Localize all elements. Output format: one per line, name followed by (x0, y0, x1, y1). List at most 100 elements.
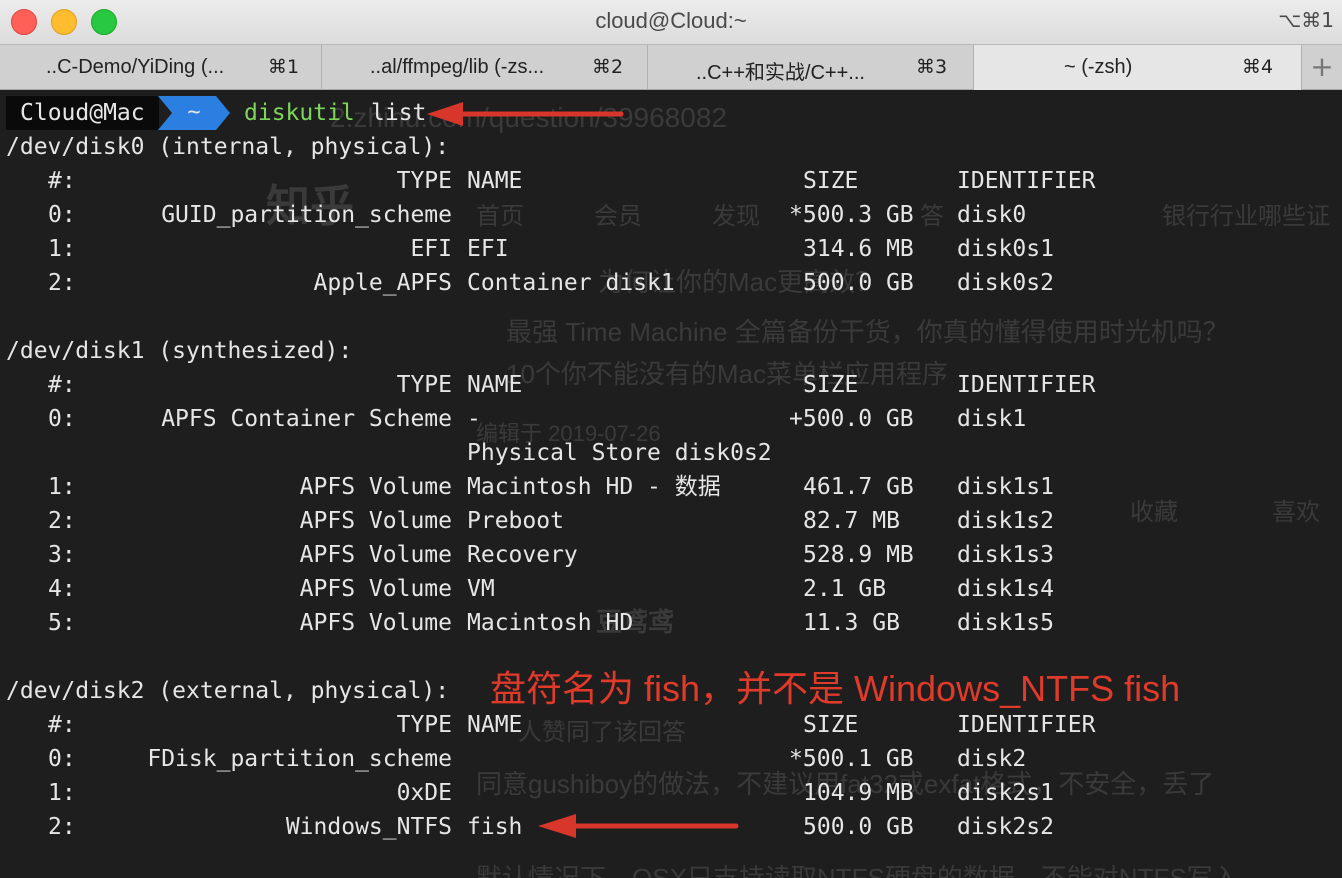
column-num: #: (48, 712, 76, 738)
window-shortcut: ⌥⌘1 (1278, 8, 1334, 32)
partition-num: 1: (48, 780, 76, 806)
disk-header: /dev/disk0 (internal, physical): (6, 134, 450, 160)
partition-identifier: disk1 (957, 406, 1027, 432)
partition-type: Windows_NTFS (285, 814, 452, 840)
tab-title: ~ (-zsh) (1064, 56, 1133, 78)
partition-size: 314.6 MB (803, 236, 914, 262)
column-type: TYPE (396, 168, 452, 194)
partition-row: 1: EFI EFI 314.6 MB disk0s1 (0, 232, 1342, 266)
partition-size: 11.3 GB (803, 610, 900, 636)
annotation-text: 盘符名为 fish，并不是 Windows_NTFS fish (490, 668, 1181, 709)
partition-name: EFI (467, 236, 509, 262)
partition-name: Recovery (467, 542, 578, 568)
partition-type: Apple_APFS (313, 270, 452, 296)
partition-row: 3: APFS Volume Recovery 528.9 MB disk1s3 (0, 538, 1342, 572)
terminal-content[interactable]: 2.zhihu.com/question/39968082 知乎 首页 会员 发… (0, 90, 1342, 878)
partition-num: 3: (48, 542, 76, 568)
partition-num: 2: (48, 508, 76, 534)
column-size: SIZE (803, 712, 859, 738)
partition-size: *500.3 GB (789, 202, 914, 228)
disk-header: /dev/disk1 (synthesized): (6, 338, 353, 364)
partition-name: Preboot (467, 508, 564, 534)
column-num: #: (48, 372, 76, 398)
partition-identifier: disk1s2 (957, 508, 1054, 534)
partition-num: 0: (48, 202, 76, 228)
tab-2[interactable]: ..al/ffmpeg/lib (-zs... ⌘2 (322, 45, 648, 90)
column-header-row: #: TYPE NAME SIZE IDENTIFIER (0, 164, 1342, 198)
partition-size: 528.9 MB (803, 542, 914, 568)
partition-type: FDisk_partition_scheme (147, 746, 452, 772)
tab-3[interactable]: ..C++和实战/C++... ⌘3 (648, 45, 974, 90)
partition-identifier: disk2 (957, 746, 1027, 772)
column-name: NAME (467, 168, 523, 194)
column-name: NAME (467, 372, 523, 398)
partition-size: +500.0 GB (789, 406, 914, 432)
partition-type: EFI (410, 236, 452, 262)
terminal-window: cloud@Cloud:~ ⌥⌘1 ..C-Demo/YiDing (... ⌘… (0, 0, 1342, 878)
partition-size: 500.0 GB (803, 814, 914, 840)
partition-name: Container disk1 (467, 270, 675, 296)
partition-size: 2.1 GB (803, 576, 887, 602)
tab-bar: ..C-Demo/YiDing (... ⌘1 ..al/ffmpeg/lib … (0, 44, 1342, 90)
column-identifier: IDENTIFIER (957, 168, 1096, 194)
partition-type: APFS Volume (299, 474, 452, 500)
partition-type: APFS Volume (299, 542, 452, 568)
prompt-dir: ~ (187, 100, 201, 125)
column-size: SIZE (803, 168, 859, 194)
partition-num: 0: (48, 406, 76, 432)
partition-name: VM (467, 576, 495, 602)
partition-num: 1: (48, 236, 76, 262)
partition-identifier: disk1s5 (957, 610, 1054, 636)
tab-title: ..al/ffmpeg/lib (-zs... (370, 56, 545, 78)
partition-row: 0: FDisk_partition_scheme *500.1 GB disk2 (0, 742, 1342, 776)
prompt-user: Cloud@Mac (6, 96, 159, 130)
partition-size: 82.7 MB (803, 508, 900, 534)
partition-type: APFS Volume (299, 576, 452, 602)
partition-type: APFS Volume (299, 508, 452, 534)
column-type: TYPE (396, 712, 452, 738)
partition-num: 2: (48, 814, 76, 840)
tab-shortcut: ⌘3 (916, 56, 948, 78)
partition-name: fish (467, 814, 523, 840)
partition-num: 1: (48, 474, 76, 500)
partition-row: 1: APFS Volume Macintosh HD - 数据 461.7 GB di… (0, 470, 1342, 504)
partition-size: *500.1 GB (789, 746, 914, 772)
partition-size: 104.9 MB (803, 780, 914, 806)
partition-type: GUID_partition_scheme (161, 202, 452, 228)
column-identifier: IDENTIFIER (957, 712, 1096, 738)
partition-type: APFS Container Scheme (161, 406, 452, 432)
partition-identifier: disk2s2 (957, 814, 1054, 840)
new-tab-button[interactable]: + (1302, 45, 1342, 90)
tab-title: ..C-Demo/YiDing (... (46, 56, 225, 78)
partition-name: Macintosh HD - 数据 (467, 474, 721, 500)
partition-identifier: disk2s1 (957, 780, 1054, 806)
background-text: 默认情况下，OSX只支持读取NTFS硬盘的数据，不能对NTFS写入 (476, 863, 1239, 878)
partition-row: 0: GUID_partition_scheme *500.3 GB disk0 (0, 198, 1342, 232)
partition-name: Physical Store disk0s2 (467, 440, 772, 466)
partition-type: APFS Volume (299, 610, 452, 636)
tab-1[interactable]: ..C-Demo/YiDing (... ⌘1 (0, 45, 322, 90)
partition-num: 4: (48, 576, 76, 602)
arrow-to-command-icon (427, 102, 624, 126)
arrow-to-volume-name-icon (538, 814, 739, 838)
partition-row: 0: APFS Container Scheme - +500.0 GB disk1 (0, 402, 1342, 436)
tab-4[interactable]: ~ (-zsh) ⌘4 (974, 45, 1302, 90)
column-type: TYPE (396, 372, 452, 398)
column-header-row: #: TYPE NAME SIZE IDENTIFIER (0, 708, 1342, 742)
title-bar: cloud@Cloud:~ ⌥⌘1 (0, 0, 1342, 44)
tab-shortcut: ⌘1 (268, 56, 300, 78)
partition-row: 4: APFS Volume VM 2.1 GB disk1s4 (0, 572, 1342, 606)
command-arg: list (371, 100, 427, 126)
partition-num: 0: (48, 746, 76, 772)
column-identifier: IDENTIFIER (957, 372, 1096, 398)
tab-title: ..C++和实战/C++... (696, 62, 865, 84)
partition-row: 2: Apple_APFS Container disk1 500.0 GB disk0… (0, 266, 1342, 300)
tab-shortcut: ⌘4 (1242, 56, 1274, 78)
partition-identifier: disk1s3 (957, 542, 1054, 568)
partition-name: Macintosh HD (467, 610, 634, 636)
partition-row: 1: 0xDE 104.9 MB disk2s1 (0, 776, 1342, 810)
partition-identifier: disk0 (957, 202, 1027, 228)
partition-identifier: disk1s4 (957, 576, 1054, 602)
partition-size: 500.0 GB (803, 270, 914, 296)
column-name: NAME (467, 712, 523, 738)
